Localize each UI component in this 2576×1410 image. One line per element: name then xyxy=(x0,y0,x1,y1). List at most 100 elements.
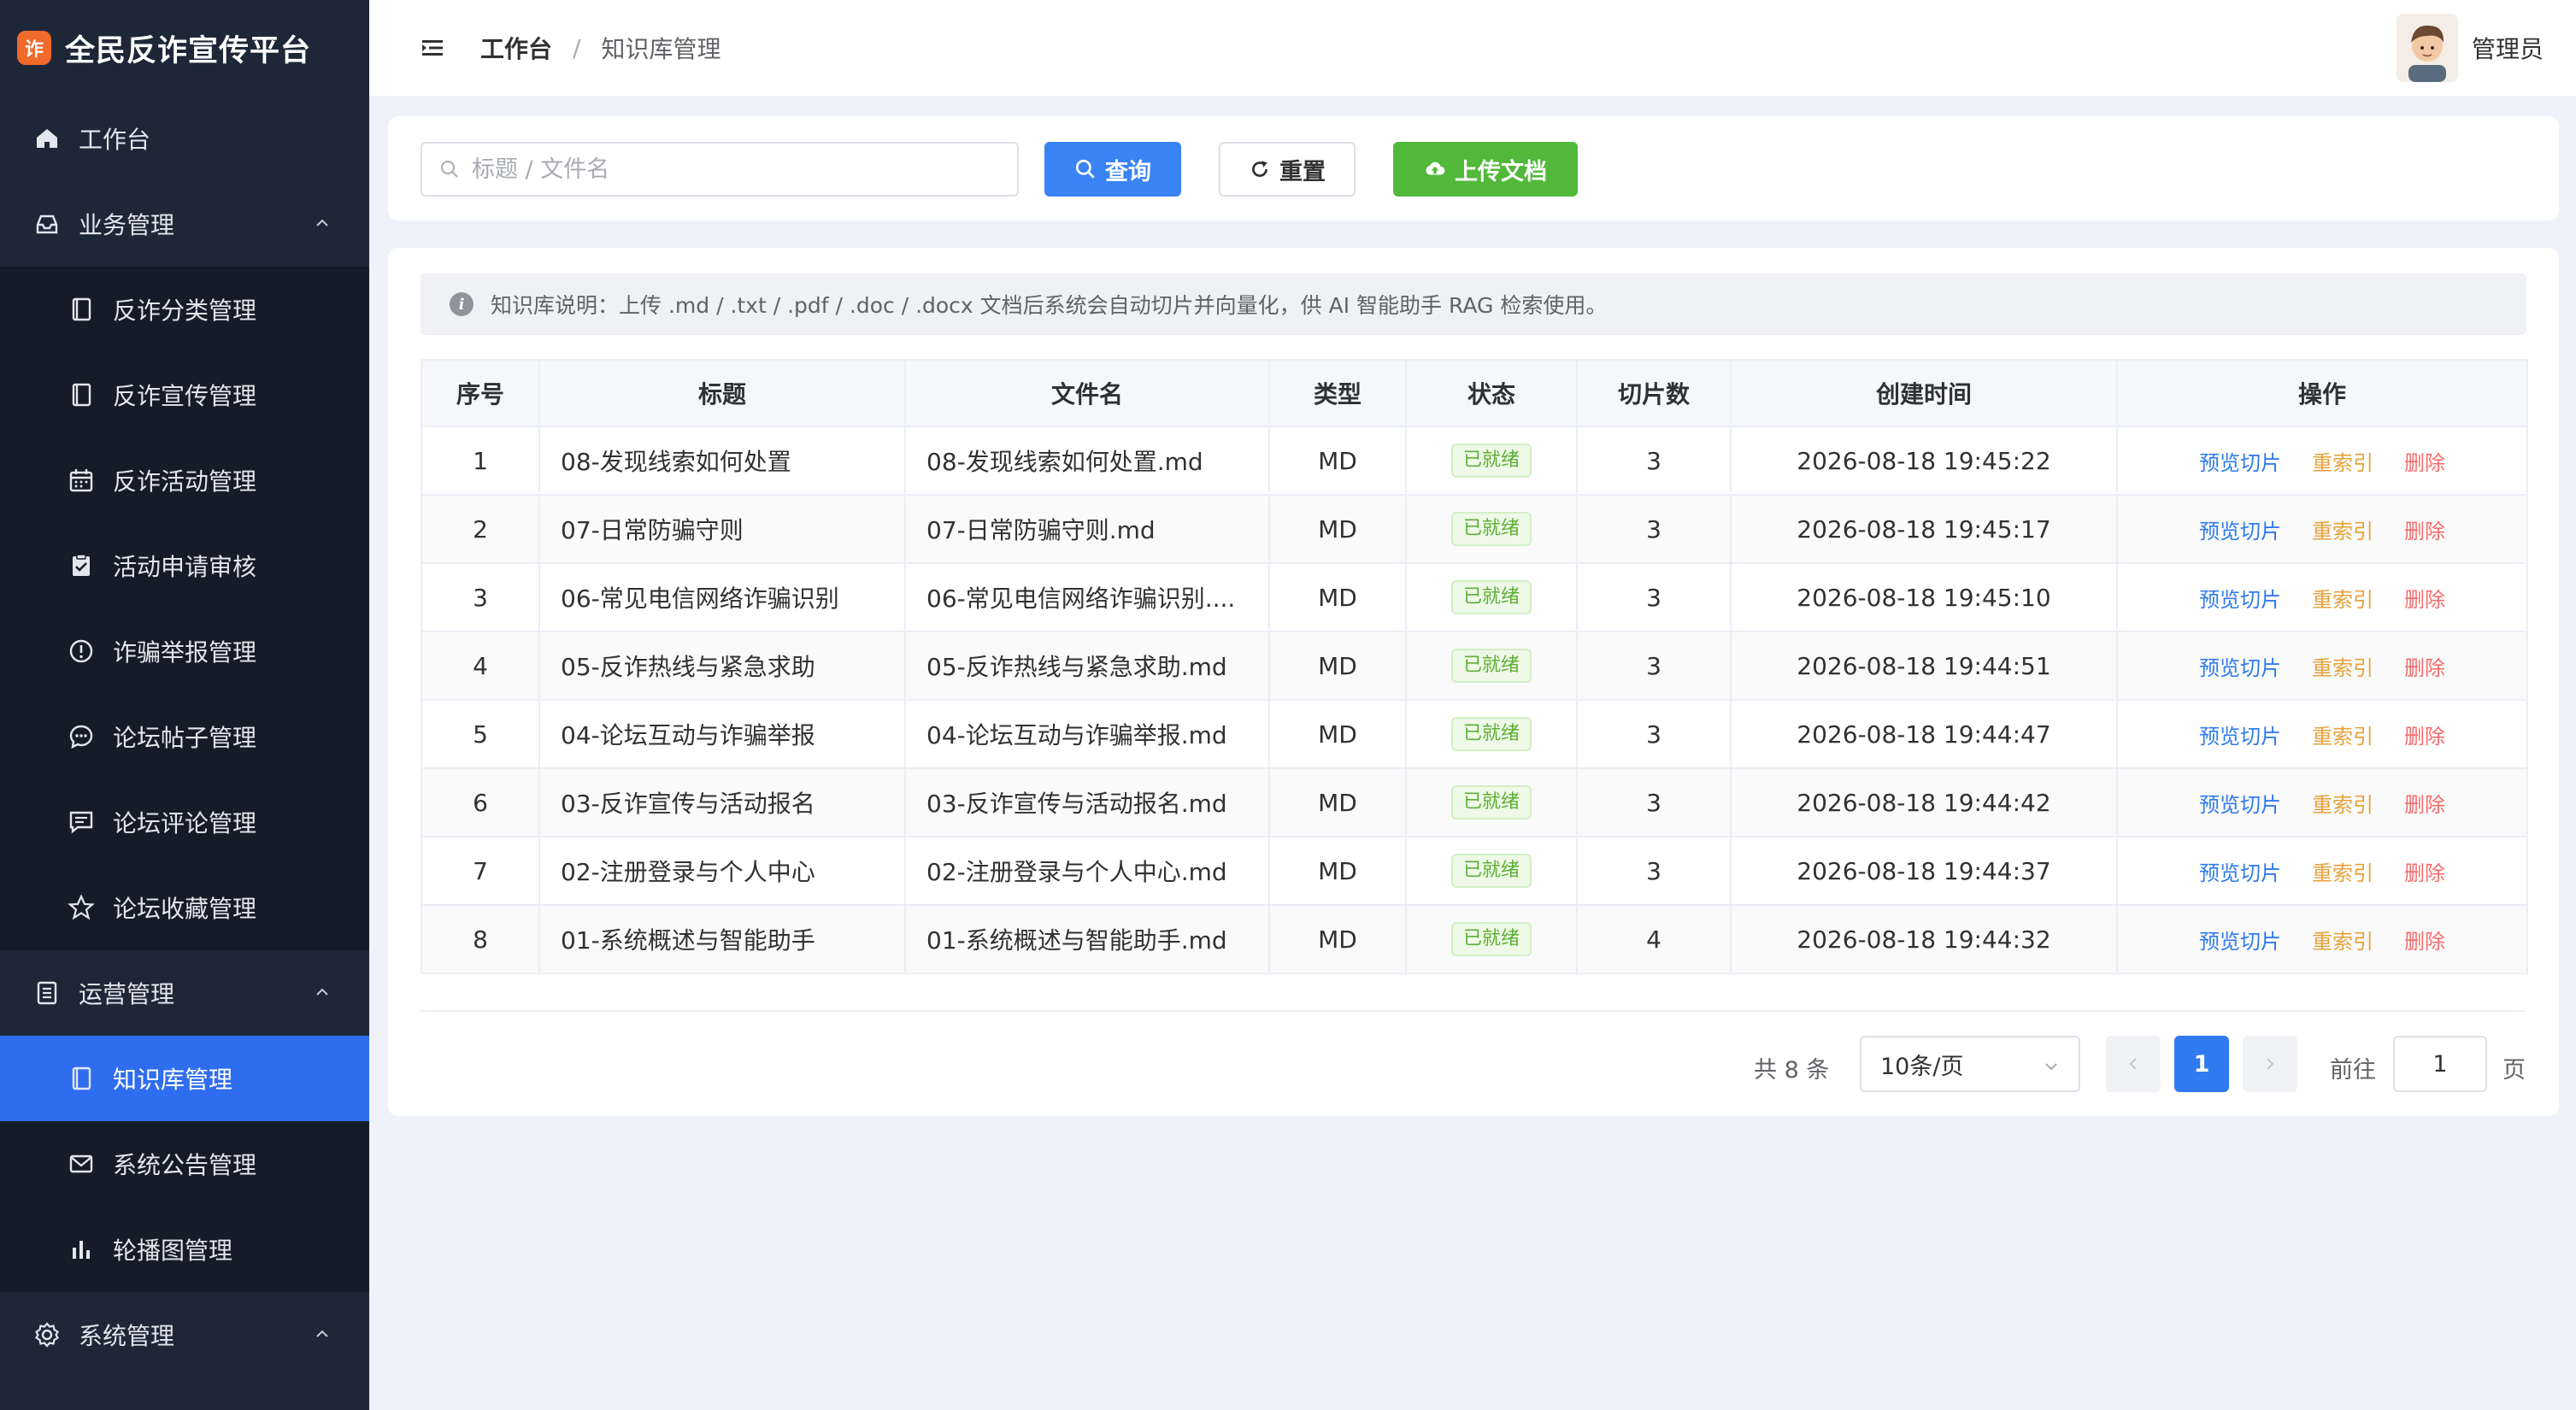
reindex-link[interactable]: 重索引 xyxy=(2312,583,2373,613)
reindex-link[interactable]: 重索引 xyxy=(2312,925,2373,955)
sidebar-item-label: 反诈活动管理 xyxy=(113,467,257,496)
reset-button[interactable]: 重置 xyxy=(1219,142,1356,197)
cell-slices: 3 xyxy=(1576,699,1732,769)
cell-type: MD xyxy=(1268,767,1407,837)
preview-slices-link[interactable]: 预览切片 xyxy=(2199,856,2281,886)
prev-page-button[interactable] xyxy=(2106,1036,2161,1092)
search-input[interactable] xyxy=(472,156,985,183)
sidebar-item-label: 反诈宣传管理 xyxy=(113,382,257,410)
delete-link[interactable]: 删除 xyxy=(2404,651,2445,681)
cell-title: 01-系统概述与智能助手 xyxy=(538,904,906,974)
warning-icon xyxy=(67,637,96,666)
next-page-button[interactable] xyxy=(2243,1036,2297,1092)
sidebar-item-9[interactable]: 论坛收藏管理 xyxy=(0,865,369,950)
chat-dot-icon xyxy=(67,722,96,751)
sidebar-item-4[interactable]: 反诈活动管理 xyxy=(0,438,369,523)
gear-icon xyxy=(32,1320,62,1349)
sidebar-item-label: 活动申请审核 xyxy=(113,553,257,581)
delete-link[interactable]: 删除 xyxy=(2404,446,2445,476)
search-icon xyxy=(1075,159,1095,179)
delete-link[interactable]: 删除 xyxy=(2404,514,2445,544)
cell-type: MD xyxy=(1268,699,1407,769)
table-row: 5 04-论坛互动与诈骗举报 04-论坛互动与诈骗举报.md MD 已就绪 3 2026-0… xyxy=(421,699,2528,769)
cell-type: MD xyxy=(1268,631,1407,701)
search-field[interactable] xyxy=(421,142,1019,197)
sidebar-item-label: 反诈分类管理 xyxy=(113,297,257,325)
cell-created: 2026-08-18 19:44:47 xyxy=(1730,699,2118,769)
sidebar-item-5[interactable]: 活动申请审核 xyxy=(0,523,369,608)
reindex-link[interactable]: 重索引 xyxy=(2312,720,2373,749)
preview-slices-link[interactable]: 预览切片 xyxy=(2199,514,2281,544)
delete-link[interactable]: 删除 xyxy=(2404,925,2445,955)
query-button[interactable]: 查询 xyxy=(1044,142,1181,197)
reindex-link[interactable]: 重索引 xyxy=(2312,446,2373,476)
avatar[interactable] xyxy=(2396,14,2458,82)
delete-link[interactable]: 删除 xyxy=(2404,856,2445,886)
chevron-right-icon xyxy=(2267,1058,2274,1070)
sidebar-group-1[interactable]: 业务管理 xyxy=(0,181,369,267)
user-menu[interactable]: 管理员 xyxy=(2396,14,2544,82)
preview-slices-link[interactable]: 预览切片 xyxy=(2199,788,2281,818)
reindex-link[interactable]: 重索引 xyxy=(2312,856,2373,886)
cell-slices: 3 xyxy=(1576,631,1732,701)
chevron-up-icon xyxy=(316,1330,328,1337)
sidebar-item-12[interactable]: 系统公告管理 xyxy=(0,1121,369,1207)
brand: 诈 全民反诈宣传平台 xyxy=(0,0,369,96)
cell-no: 1 xyxy=(421,426,540,496)
preview-slices-link[interactable]: 预览切片 xyxy=(2199,720,2281,749)
breadcrumb-home[interactable]: 工作台 xyxy=(480,31,552,65)
sidebar-item-label: 知识库管理 xyxy=(113,1066,233,1094)
sidebar-item-2[interactable]: 反诈分类管理 xyxy=(0,267,369,352)
sidebar-item-3[interactable]: 反诈宣传管理 xyxy=(0,352,369,438)
cell-actions: 预览切片 重索引 删除 xyxy=(2116,494,2528,564)
goto-page-input[interactable] xyxy=(2393,1036,2487,1092)
cell-slices: 3 xyxy=(1576,836,1732,906)
cell-title: 02-注册登录与个人中心 xyxy=(538,836,906,906)
status-badge: 已就绪 xyxy=(1450,444,1532,478)
cell-created: 2026-08-18 19:45:17 xyxy=(1730,494,2118,564)
sidebar-item-7[interactable]: 论坛帖子管理 xyxy=(0,694,369,779)
user-name[interactable]: 管理员 xyxy=(2472,31,2544,65)
sidebar-item-label: 业务管理 xyxy=(79,211,175,239)
sidebar-item-label: 论坛帖子管理 xyxy=(113,724,257,752)
top-header: 工作台 / 知识库管理 管理员 xyxy=(369,0,2576,96)
sidebar-item-0[interactable]: 工作台 xyxy=(0,96,369,181)
notebook-icon xyxy=(67,1064,96,1093)
sidebar-group-14[interactable]: 系统管理 xyxy=(0,1292,369,1378)
status-badge: 已就绪 xyxy=(1450,854,1532,888)
table-row: 7 02-注册登录与个人中心 02-注册登录与个人中心.md MD 已就绪 3 2026-0… xyxy=(421,836,2528,906)
cell-filename: 06-常见电信网络诈骗识别.... xyxy=(904,562,1270,632)
sidebar-item-11[interactable]: 知识库管理 xyxy=(0,1036,369,1121)
reindex-link[interactable]: 重索引 xyxy=(2312,651,2373,681)
preview-slices-link[interactable]: 预览切片 xyxy=(2199,925,2281,955)
cell-title: 08-发现线索如何处置 xyxy=(538,426,906,496)
sidebar-item-6[interactable]: 诈骗举报管理 xyxy=(0,608,369,694)
status-badge: 已就绪 xyxy=(1450,922,1532,956)
preview-slices-link[interactable]: 预览切片 xyxy=(2199,446,2281,476)
cell-status: 已就绪 xyxy=(1405,836,1578,906)
cell-actions: 预览切片 重索引 删除 xyxy=(2116,631,2528,701)
sidebar-group-10[interactable]: 运营管理 xyxy=(0,950,369,1036)
page-number-current[interactable]: 1 xyxy=(2174,1036,2229,1092)
query-button-label: 查询 xyxy=(1105,158,1151,185)
sidebar-item-8[interactable]: 论坛评论管理 xyxy=(0,779,369,865)
cell-no: 4 xyxy=(421,631,540,701)
chevron-up-icon xyxy=(316,988,328,996)
delete-link[interactable]: 删除 xyxy=(2404,720,2445,749)
reindex-link[interactable]: 重索引 xyxy=(2312,788,2373,818)
cell-filename: 05-反诈热线与紧急求助.md xyxy=(904,631,1270,701)
sidebar-item-label: 论坛收藏管理 xyxy=(113,895,257,923)
page-size-select[interactable]: 10条/页 xyxy=(1860,1036,2080,1092)
delete-link[interactable]: 删除 xyxy=(2404,583,2445,613)
upload-button[interactable]: 上传文档 xyxy=(1393,142,1578,197)
reindex-link[interactable]: 重索引 xyxy=(2312,514,2373,544)
chevron-down-icon xyxy=(2045,1063,2057,1071)
preview-slices-link[interactable]: 预览切片 xyxy=(2199,651,2281,681)
reset-button-label: 重置 xyxy=(1279,158,1326,185)
status-badge: 已就绪 xyxy=(1450,649,1532,683)
preview-slices-link[interactable]: 预览切片 xyxy=(2199,583,2281,613)
sidebar-item-label: 系统公告管理 xyxy=(113,1151,257,1179)
sidebar-item-13[interactable]: 轮播图管理 xyxy=(0,1207,369,1292)
menu-fold-icon[interactable] xyxy=(419,34,446,62)
delete-link[interactable]: 删除 xyxy=(2404,788,2445,818)
